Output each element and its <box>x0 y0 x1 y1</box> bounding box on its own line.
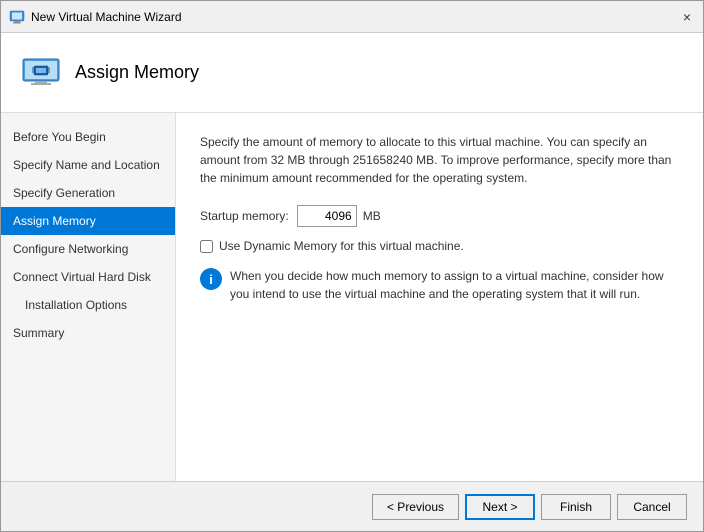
sidebar-item-connect-vhd[interactable]: Connect Virtual Hard Disk <box>1 263 175 291</box>
window-icon <box>9 9 25 25</box>
description-text: Specify the amount of memory to allocate… <box>200 133 679 187</box>
dynamic-memory-label[interactable]: Use Dynamic Memory for this virtual mach… <box>219 239 464 253</box>
main-content: Specify the amount of memory to allocate… <box>176 113 703 481</box>
footer: < Previous Next > Finish Cancel <box>1 481 703 531</box>
sidebar-item-specify-generation[interactable]: Specify Generation <box>1 179 175 207</box>
sidebar-item-installation-options[interactable]: Installation Options <box>1 291 175 319</box>
info-text: When you decide how much memory to assig… <box>230 267 679 303</box>
next-button[interactable]: Next > <box>465 494 535 520</box>
startup-memory-row: Startup memory: MB <box>200 205 679 227</box>
info-icon: i <box>200 268 222 290</box>
previous-button[interactable]: < Previous <box>372 494 459 520</box>
window-title: New Virtual Machine Wizard <box>31 10 679 24</box>
title-bar: New Virtual Machine Wizard × <box>1 1 703 33</box>
dynamic-memory-checkbox[interactable] <box>200 240 213 253</box>
cancel-button[interactable]: Cancel <box>617 494 687 520</box>
close-button[interactable]: × <box>679 9 695 25</box>
wizard-window: New Virtual Machine Wizard × Assign Memo… <box>0 0 704 532</box>
page-header: Assign Memory <box>1 33 703 113</box>
sidebar-item-before-you-begin[interactable]: Before You Begin <box>1 123 175 151</box>
finish-button[interactable]: Finish <box>541 494 611 520</box>
sidebar-item-configure-networking[interactable]: Configure Networking <box>1 235 175 263</box>
dynamic-memory-row: Use Dynamic Memory for this virtual mach… <box>200 239 679 253</box>
startup-memory-label: Startup memory: <box>200 209 289 223</box>
info-box: i When you decide how much memory to ass… <box>200 267 679 303</box>
page-title: Assign Memory <box>75 62 199 83</box>
startup-memory-unit: MB <box>363 209 381 223</box>
content-area: Before You Begin Specify Name and Locati… <box>1 113 703 481</box>
sidebar-item-assign-memory[interactable]: Assign Memory <box>1 207 175 235</box>
sidebar-item-specify-name[interactable]: Specify Name and Location <box>1 151 175 179</box>
header-icon <box>21 58 61 88</box>
sidebar-item-summary[interactable]: Summary <box>1 319 175 347</box>
startup-memory-input[interactable] <box>297 205 357 227</box>
sidebar: Before You Begin Specify Name and Locati… <box>1 113 176 481</box>
